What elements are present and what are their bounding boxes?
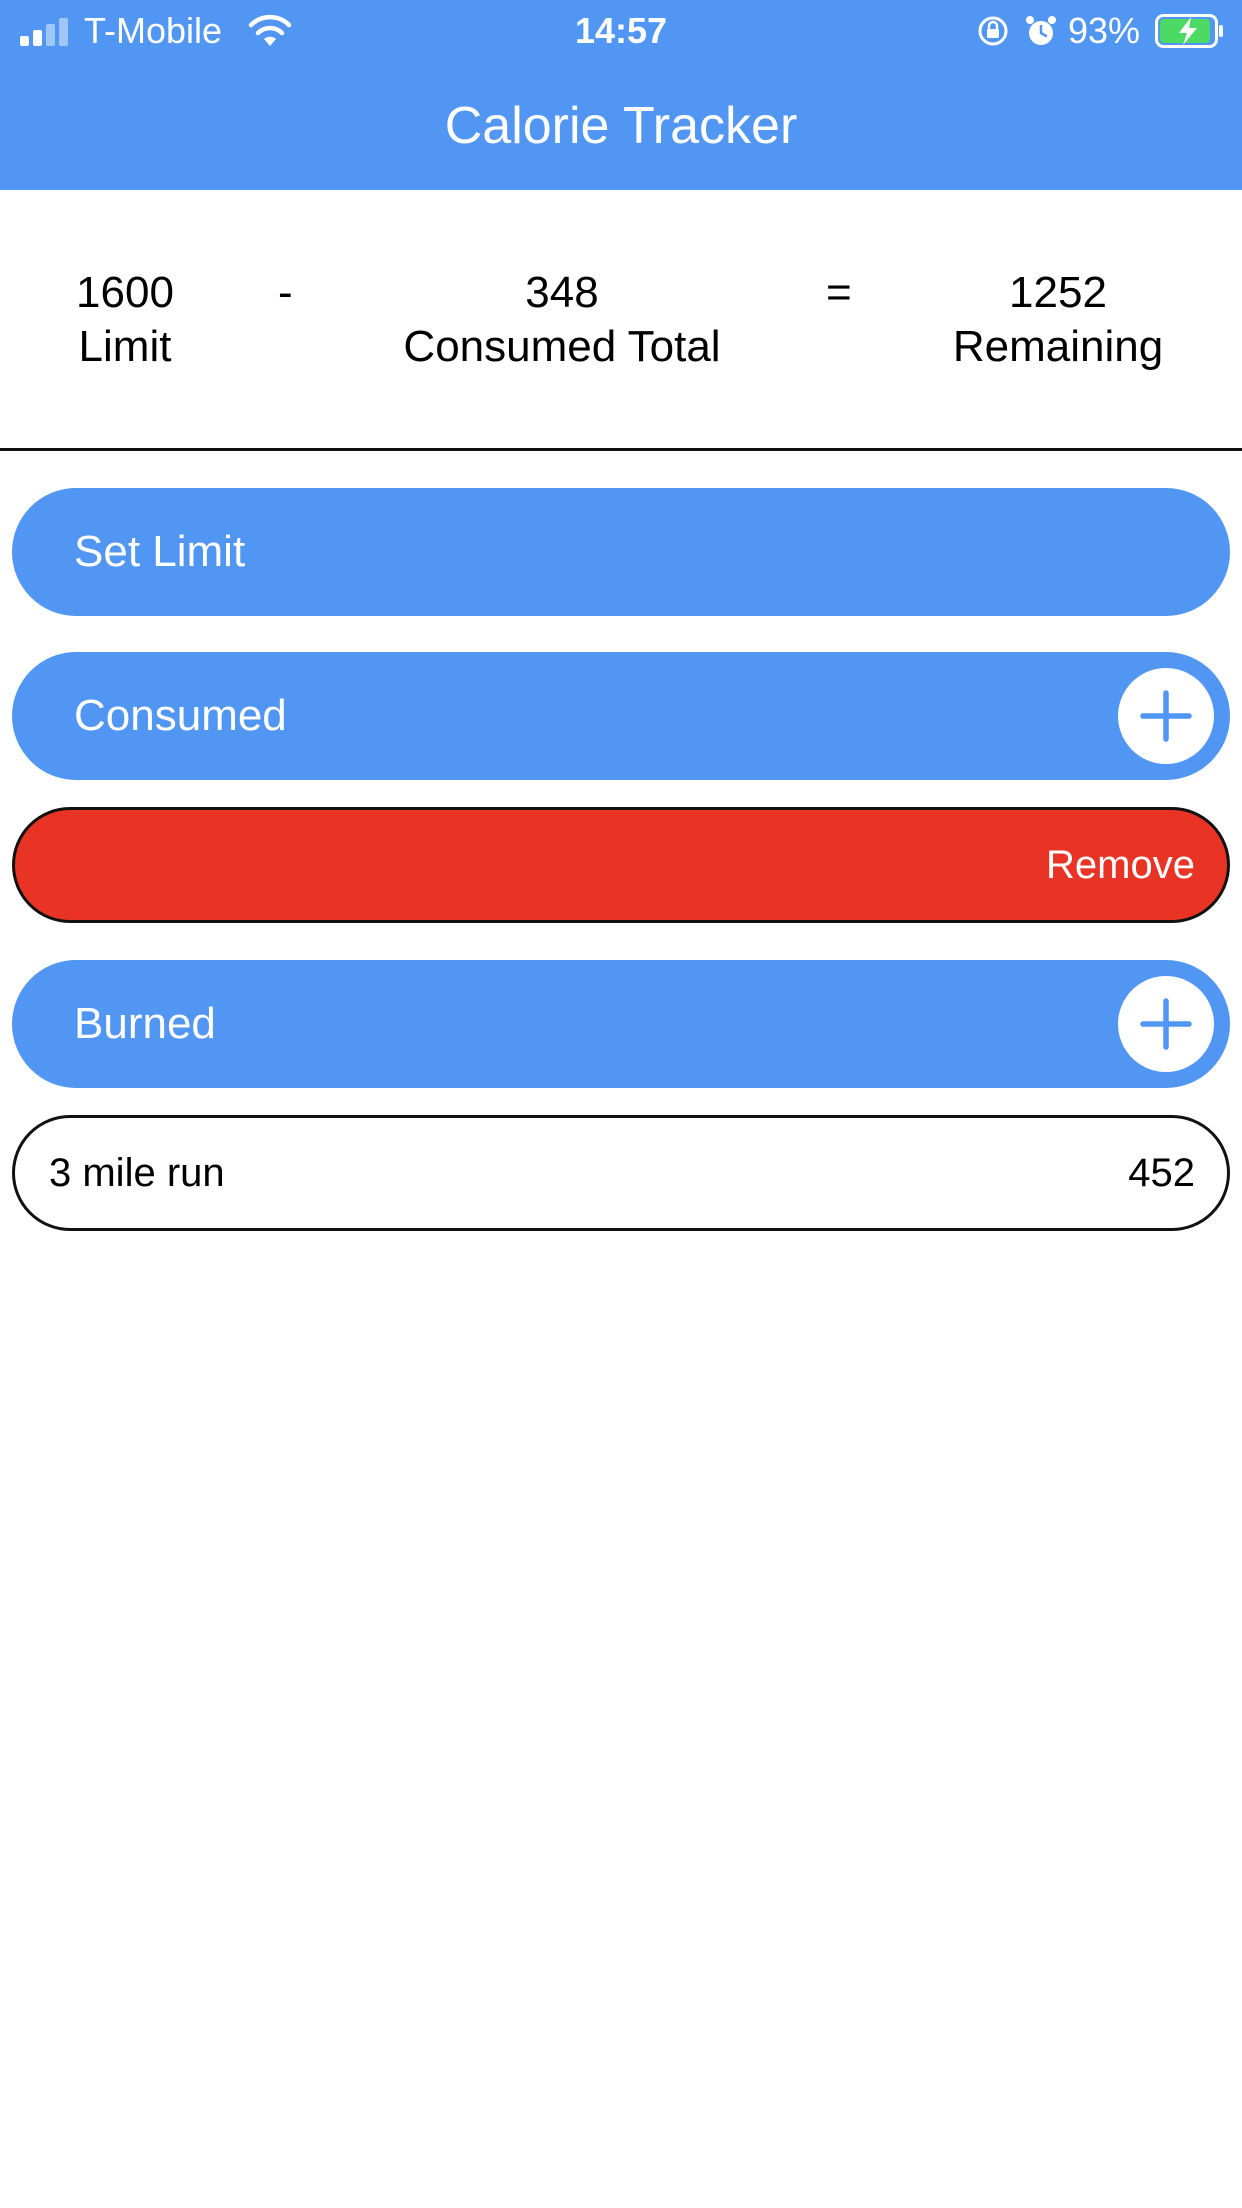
consumed-total-label: Consumed Total [403,322,721,371]
rotation-lock-icon [978,16,1008,46]
set-limit-button[interactable]: Set Limit [12,488,1230,616]
consumed-label: Consumed [74,691,287,740]
equals-sign: = [826,268,852,317]
entry-name: 3 mile run [49,1151,225,1195]
plus-icon [1140,998,1192,1050]
limit-value: 1600 [76,268,174,317]
remaining-stat: 1252 Remaining [918,266,1198,374]
burned-section-header: Burned [12,960,1230,1088]
consumed-section-header: Consumed [12,652,1230,780]
burned-entry-row[interactable]: 3 mile run 452 [12,1115,1230,1231]
consumed-total-value: 348 [525,268,599,317]
calorie-summary: 1600 Limit - 348 Consumed Total = 1252 R… [0,190,1242,449]
battery-charging-icon [1155,14,1223,48]
summary-divider [0,448,1242,451]
limit-label: Limit [78,322,172,371]
remaining-label: Remaining [952,322,1164,371]
minus-sign: - [278,268,293,317]
page-title: Calorie Tracker [444,97,798,155]
set-limit-label: Set Limit [74,527,246,576]
app-header: T-Mobile 14:57 93% Calorie Tracker [0,0,1242,190]
limit-stat: 1600 Limit [40,266,210,374]
burned-label: Burned [74,999,216,1048]
battery-percent: 93% [1068,10,1141,51]
consumed-total-stat: 348 Consumed Total [362,266,762,374]
remaining-value: 1252 [1009,268,1107,317]
alarm-icon [1026,16,1056,45]
entry-calories: 452 [1128,1151,1195,1195]
status-bar: T-Mobile 14:57 93% [0,0,1242,62]
remove-consumed-entry-button[interactable]: Remove [12,807,1230,923]
add-consumed-button[interactable] [1118,668,1214,764]
plus-icon [1140,690,1192,742]
add-burned-button[interactable] [1118,976,1214,1072]
remove-label: Remove [1046,843,1195,887]
